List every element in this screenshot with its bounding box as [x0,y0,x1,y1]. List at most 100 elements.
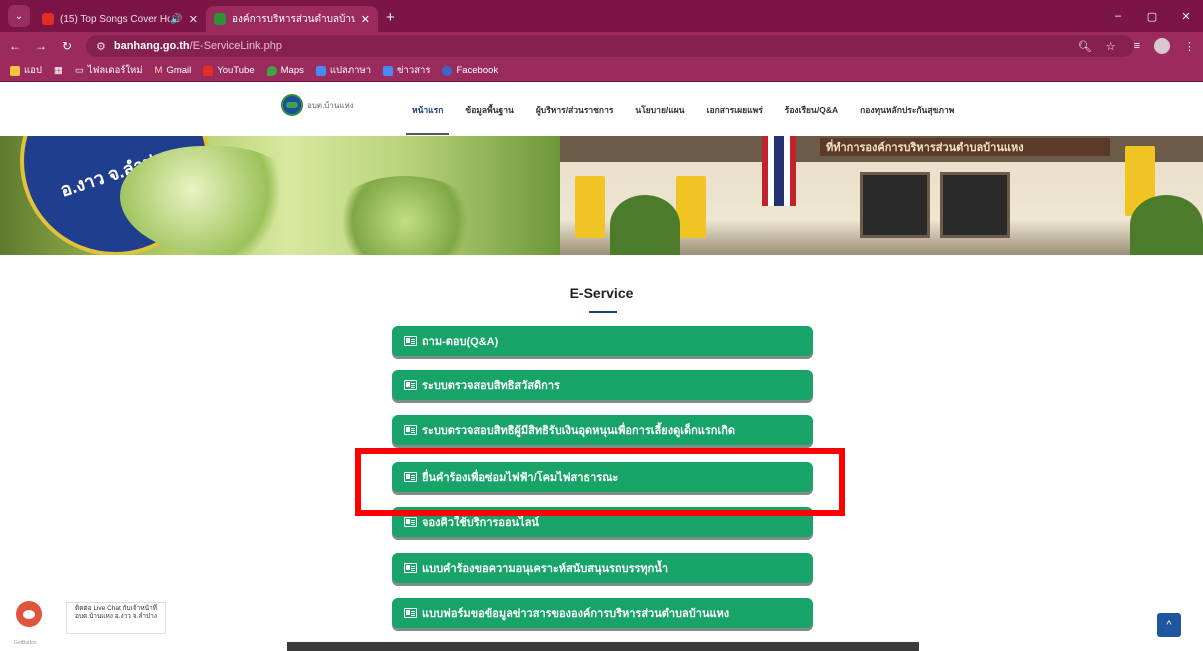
seal-logo-icon [281,94,303,116]
id-card-icon [404,608,417,618]
bookmark-label: Maps [280,65,304,76]
bookmark-apps[interactable]: แอป [10,63,42,78]
live-chat-label[interactable]: ติดต่อ Live Chat กับเจ้าหน้าที่อบต.บ้านแ… [66,602,166,634]
browser-tab-strip: ⌄ (15) Top Songs Cover Hot Hi 🔊 ✕ องค์กา… [0,0,1203,32]
getbutton-credit[interactable]: GetButton [14,640,37,646]
bookmark-star-icon[interactable]: ☆ [1106,40,1116,53]
apps-icon [10,65,20,76]
forward-icon[interactable]: → [30,39,52,53]
close-tab-icon[interactable]: ✕ [361,13,370,26]
royal-flag [575,176,605,238]
gmail-icon: M [154,65,163,76]
bookmark-gmail[interactable]: M Gmail [155,65,192,76]
new-tab-button[interactable]: + [386,9,395,26]
url-host: banhang.go.th [113,40,190,52]
bookmark-label: แปลภาษา [329,65,372,76]
bookmark-youtube[interactable]: YouTube [203,65,255,76]
tab-search-icon[interactable]: ⌄ [8,5,30,27]
bookmark-label: Gmail [166,65,192,76]
bookmark-translate[interactable]: แปลภาษา [315,63,372,78]
translate-icon [315,65,326,76]
bookmark-facebook[interactable]: Facebook [442,65,498,76]
building-window [860,172,930,238]
bookmark-label: Facebook [456,65,499,76]
service-water-truck-button[interactable]: แบบคำร้องขอความอนุเคราะห์สนับสนุนรถบรรทุ… [392,553,813,583]
nav-policy[interactable]: นโยบาย/แผน [635,103,684,117]
scroll-to-top-button[interactable]: ^ [1157,613,1181,637]
maximize-icon[interactable]: ▢ [1135,10,1169,23]
back-icon[interactable]: ← [4,39,26,53]
tree [610,195,680,255]
url-input[interactable]: ⚙ banhang.go.th /E-ServiceLink.php 🔍︎ ☆ [86,35,1134,57]
tab-banhang[interactable]: องค์การบริหารส่วนตำบลบ้านแหง อ.งา ✕ [206,6,378,32]
bookmark-grid[interactable]: ▦ [54,65,63,76]
main-nav: หน้าแรก ข้อมูลพื้นฐาน ผู้บริหาร/ส่วนราชก… [405,103,954,135]
close-window-icon[interactable]: ✕ [1169,10,1203,23]
service-label: แบบฟอร์มขอข้อมูลข่าวสารขององค์การบริหารส… [422,608,730,620]
nav-health-fund[interactable]: กองทุนหลักประกันสุขภาพ [860,103,954,117]
close-tab-icon[interactable]: ✕ [189,13,198,26]
service-label: จองคิวใช้บริการออนไลน์ [422,517,539,529]
bookmark-label: YouTube [217,65,255,76]
service-streetlight-repair-button[interactable]: ยื่นคำร้องเพื่อซ่อมไฟฟ้า/โคมไฟสาธารณะ [392,462,813,492]
thai-flag [762,136,796,206]
leaf-decoration [330,176,480,255]
url-path: /E-ServiceLink.php [189,40,282,52]
bookmark-label: ไฟลเดอร์ใหม่ [87,65,143,76]
footer-bar [287,642,919,651]
news-icon [383,65,394,76]
grid-icon: ▦ [53,65,63,76]
site-info-icon[interactable]: ⚙ [96,40,106,53]
bookmarks-bar: แอป ▦ ▭ ไฟลเดอร์ใหม่ M Gmail YouTube Map… [0,60,1203,82]
extensions-icon[interactable]: ≡ [1134,40,1140,52]
nav-documents[interactable]: เอกสารเผยแพร่ [707,103,763,117]
youtube-icon [203,65,214,76]
toolbar-actions: ≡ ⋮ [1134,38,1203,54]
audio-icon[interactable]: 🔊 [170,14,182,25]
menu-icon[interactable]: ⋮ [1184,40,1195,53]
site-header: อบต.บ้านแหง หน้าแรก ข้อมูลพื้นฐาน ผู้บริ… [0,82,1203,136]
hero-banner: อ.งาว จ.ลำปาง ที่ทำการองค์การบริหารส่วนต… [0,136,1203,255]
tab-title: องค์การบริหารส่วนตำบลบ้านแหง อ.งา [232,13,355,25]
service-qa-button[interactable]: ถาม-ตอบ(Q&A) [392,326,813,356]
id-card-icon [404,425,417,435]
maps-icon [266,65,277,76]
reload-icon[interactable]: ↻ [56,39,78,53]
bookmark-folder[interactable]: ▭ ไฟลเดอร์ใหม่ [75,63,143,78]
live-chat-button[interactable] [16,601,42,627]
profile-avatar[interactable] [1154,38,1170,54]
nav-basic-info[interactable]: ข้อมูลพื้นฐาน [465,103,513,117]
service-label: ยื่นคำร้องเพื่อซ่อมไฟฟ้า/โคมไฟสาธารณะ [422,472,619,484]
address-bar-row: ← → ↻ ⚙ banhang.go.th /E-ServiceLink.php… [0,32,1203,60]
id-card-icon [404,563,417,573]
service-info-request-button[interactable]: แบบฟอร์มขอข้อมูลข่าวสารขององค์การบริหารส… [392,598,813,628]
nav-home[interactable]: หน้าแรก [405,103,450,135]
nav-executives[interactable]: ผู้บริหาร/ส่วนราชการ [536,103,614,117]
tab-youtube[interactable]: (15) Top Songs Cover Hot Hi 🔊 ✕ [34,6,206,32]
omnibox-actions: 🔍︎ ☆ [1078,40,1124,53]
bookmark-label: ข่าวสาร [397,65,431,76]
bookmark-news[interactable]: ข่าวสาร [383,63,430,78]
id-card-icon [404,336,417,346]
service-label: แบบคำร้องขอความอนุเคราะห์สนับสนุนรถบรรทุ… [422,563,668,575]
nav-complaints[interactable]: ร้องเรียน/Q&A [785,103,838,117]
folder-icon: ▭ [74,65,84,76]
royal-flag [676,176,706,238]
bookmark-label: แอป [24,65,42,76]
service-online-queue-button[interactable]: จองคิวใช้บริการออนไลน์ [392,507,813,537]
service-label: ระบบตรวจสอบสิทธิสวัสดิการ [422,380,560,392]
logo-text: อบต.บ้านแหง [307,100,354,110]
service-child-subsidy-button[interactable]: ระบบตรวจสอบสิทธิผู้มีสิทธิรับเงินอุดหนุน… [392,415,813,445]
service-welfare-check-button[interactable]: ระบบตรวจสอบสิทธิสวัสดิการ [392,370,813,400]
site-logo[interactable]: อบต.บ้านแหง [281,94,354,116]
bookmark-maps[interactable]: Maps [266,65,304,76]
minimize-icon[interactable]: – [1101,10,1135,22]
service-label: ถาม-ตอบ(Q&A) [422,336,499,348]
service-label: ระบบตรวจสอบสิทธิผู้มีสิทธิรับเงินอุดหนุน… [422,425,736,437]
tree [1130,195,1203,255]
site-favicon-icon [214,13,226,25]
tab-title: (15) Top Songs Cover Hot Hi [60,13,171,25]
building-sign: ที่ทำการองค์การบริหารส่วนตำบลบ้านแหง [820,138,1110,156]
window-controls: – ▢ ✕ [1101,0,1203,32]
zoom-icon[interactable]: 🔍︎ [1078,40,1092,53]
